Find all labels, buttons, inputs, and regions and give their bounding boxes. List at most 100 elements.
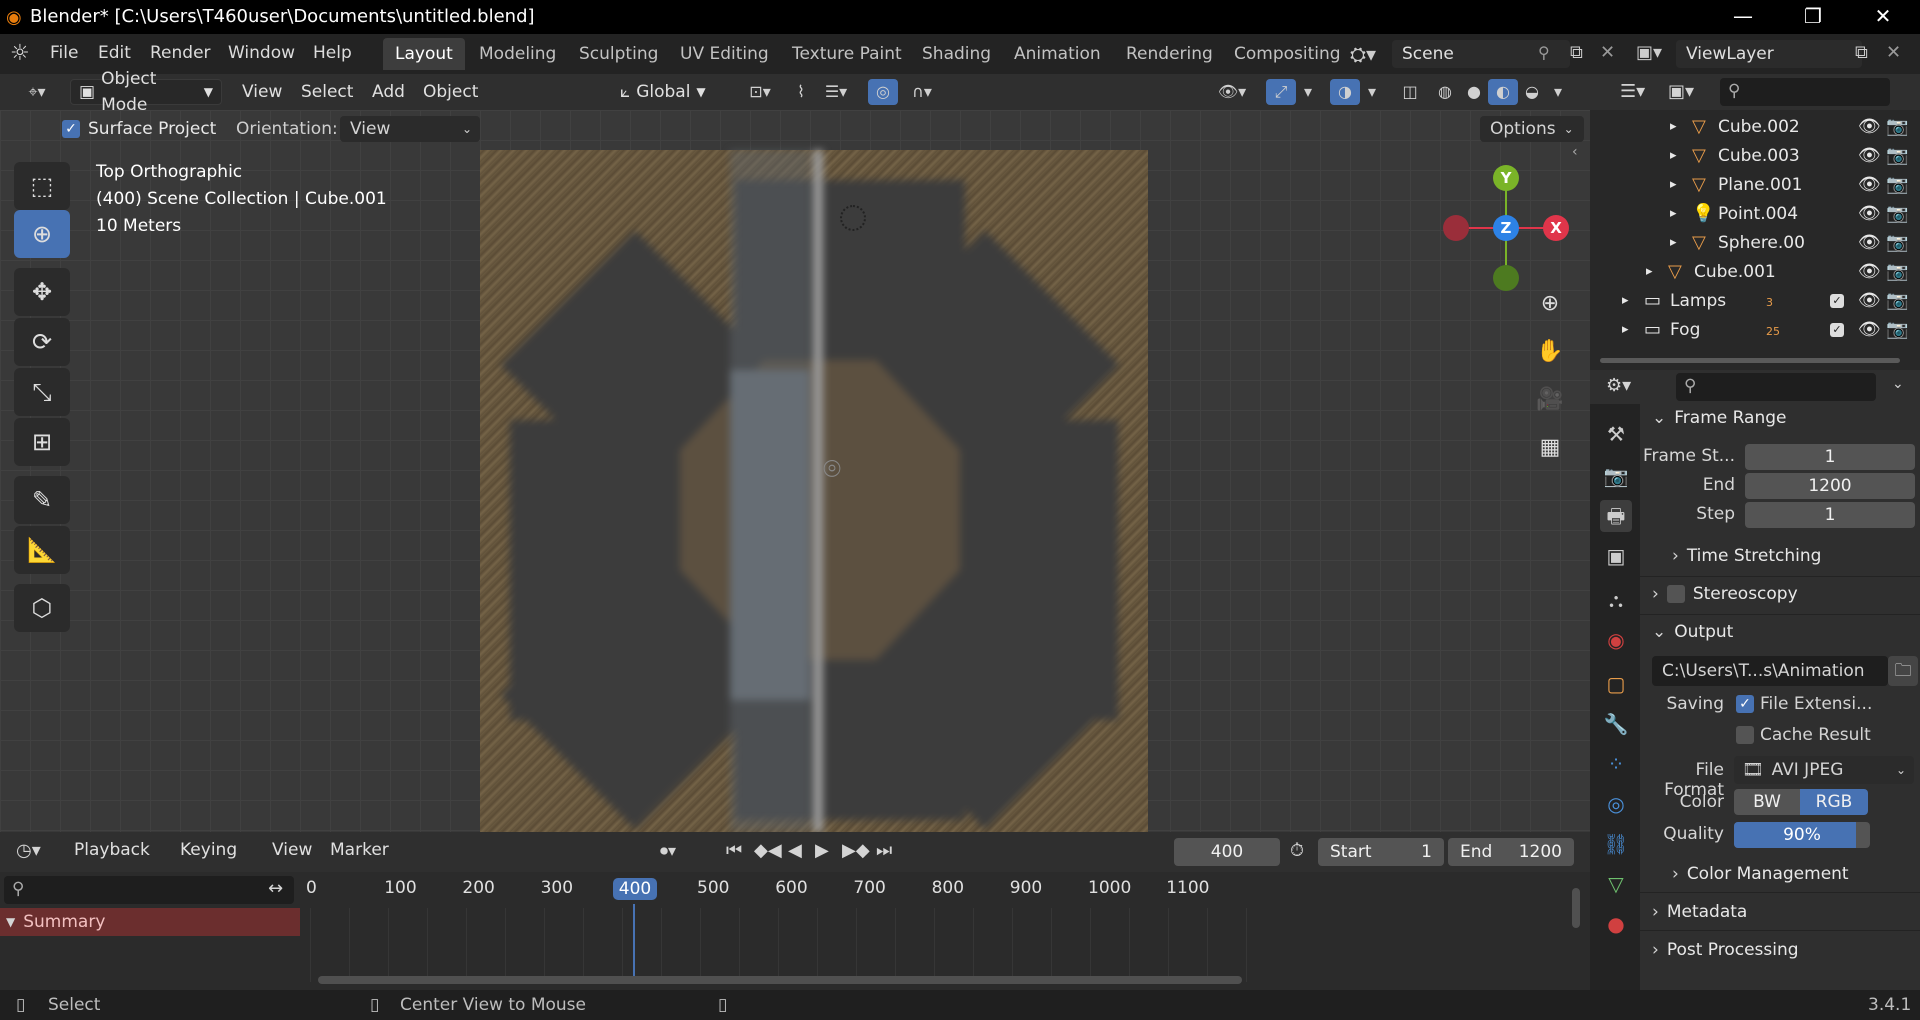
exclude-checkbox[interactable]: ✓ xyxy=(1830,322,1844,337)
tab-texture-paint[interactable]: Texture Paint xyxy=(780,38,914,70)
select-box-tool[interactable]: ⬚ xyxy=(14,162,70,210)
visibility-icon[interactable]: 👁▾ xyxy=(1210,79,1254,105)
camera-icon[interactable]: 📷 xyxy=(1886,174,1908,195)
data-tab-icon[interactable]: ▽ xyxy=(1600,868,1632,900)
world-tab-icon[interactable]: ◉ xyxy=(1600,624,1632,656)
menu-select[interactable]: Select xyxy=(293,79,361,105)
output-header[interactable]: ⌄ Output xyxy=(1652,622,1733,642)
outliner-row[interactable]: ▸ 💡 Point.004 👁 📷 xyxy=(1590,199,1920,228)
chevron-down-icon[interactable]: ▾ xyxy=(1546,79,1570,105)
restore-button[interactable]: ❐ xyxy=(1783,0,1843,34)
gizmo-x-axis[interactable]: X xyxy=(1543,215,1569,241)
gizmo-z-axis[interactable]: Z xyxy=(1493,215,1519,241)
file-format-dropdown[interactable]: 🎞 AVI JPEG ⌄ xyxy=(1734,756,1914,784)
add-cube-tool[interactable]: ⬡ xyxy=(14,584,70,632)
timeline-scrollbar[interactable] xyxy=(318,976,1242,984)
menu-render[interactable]: Render xyxy=(150,43,211,63)
stereoscopy-header[interactable]: › Stereoscopy xyxy=(1652,584,1798,604)
outliner-editor-icon[interactable]: ☰▾ xyxy=(1620,81,1645,102)
pan-hand-icon[interactable]: ✋ xyxy=(1530,332,1570,372)
display-mode-icon[interactable]: ▣▾ xyxy=(1668,81,1694,102)
eye-icon[interactable]: 👁 xyxy=(1858,232,1881,253)
view-layer-field[interactable]: ViewLayer xyxy=(1676,40,1862,68)
timeline-ruler[interactable]: 0 100 200 300 400 500 600 700 800 900 1000 1100 xyxy=(0,832,1590,912)
outliner-row[interactable]: ▸ ▭ Fog 25 ✓ 👁 📷 xyxy=(1590,315,1920,344)
tab-compositing[interactable]: Compositing xyxy=(1222,38,1353,70)
menu-add[interactable]: Add xyxy=(364,79,413,105)
eye-icon[interactable]: 👁 xyxy=(1858,145,1881,166)
editor-type-icon[interactable]: ⌖▾ xyxy=(14,79,60,105)
outliner-row[interactable]: ▸ ▽ Cube.002 👁 📷 xyxy=(1590,112,1920,141)
time-stretching-header[interactable]: › Time Stretching xyxy=(1672,546,1821,566)
frame-step-field[interactable]: 1 xyxy=(1745,502,1915,528)
folder-icon[interactable]: 🗀 xyxy=(1888,656,1918,686)
camera-icon[interactable]: 📷 xyxy=(1886,116,1908,137)
properties-editor-icon[interactable]: ⚙▾ xyxy=(1606,375,1631,396)
cache-result-checkbox[interactable] xyxy=(1736,726,1754,744)
color-management-header[interactable]: › Color Management xyxy=(1672,864,1849,884)
material-shading-icon[interactable]: ◐ xyxy=(1488,79,1518,105)
snap-toggle-icon[interactable]: ⌇ xyxy=(786,79,816,105)
expand-arrow-icon[interactable]: ▸ xyxy=(1622,293,1629,308)
pivot-point-icon[interactable]: ⊡▾ xyxy=(738,79,782,105)
scale-tool[interactable]: ⤡ xyxy=(14,368,70,416)
physics-tab-icon[interactable]: ◎ xyxy=(1600,788,1632,820)
tab-rendering[interactable]: Rendering xyxy=(1114,38,1225,70)
options-dropdown[interactable]: Options ⌄ xyxy=(1480,116,1584,142)
eye-icon[interactable]: 👁 xyxy=(1858,116,1881,137)
camera-icon[interactable]: 📷 xyxy=(1886,145,1908,166)
gizmo-y-axis[interactable]: Y xyxy=(1493,165,1519,191)
tab-modeling[interactable]: Modeling xyxy=(467,38,568,70)
timeline-vscrollbar[interactable] xyxy=(1572,888,1580,928)
new-view-layer-icon[interactable]: ⧉ xyxy=(1855,42,1868,63)
gizmo-toggle-icon[interactable]: ⤢ xyxy=(1266,79,1296,105)
gizmo-neg-y-axis[interactable] xyxy=(1493,265,1519,291)
outliner-row[interactable]: ▸ ▭ Lamps 3 ✓ 👁 📷 xyxy=(1590,286,1920,315)
eye-icon[interactable]: 👁 xyxy=(1858,319,1881,340)
expand-arrow-icon[interactable]: ▸ xyxy=(1670,148,1677,163)
mode-dropdown[interactable]: ▣ Object Mode ▼ xyxy=(70,69,222,115)
menu-file[interactable]: File xyxy=(50,43,78,63)
surface-project-checkbox[interactable]: ✓ xyxy=(62,120,80,138)
rendered-shading-icon[interactable]: ◒ xyxy=(1517,79,1547,105)
tool-tab-icon[interactable]: ⚒ xyxy=(1600,418,1632,450)
tab-uv-editing[interactable]: UV Editing xyxy=(668,38,781,70)
object-tab-icon[interactable]: ▢ xyxy=(1600,668,1632,700)
frame-start-field[interactable]: 1 xyxy=(1745,444,1915,470)
menu-view[interactable]: View xyxy=(234,79,290,105)
timeline-track-area[interactable] xyxy=(310,908,1250,982)
view-layer-icon[interactable]: ▣▾ xyxy=(1636,42,1662,63)
chevron-down-icon[interactable]: ▾ xyxy=(1296,79,1320,105)
camera-icon[interactable]: 📷 xyxy=(1886,319,1908,340)
camera-icon[interactable]: 📷 xyxy=(1886,261,1908,282)
expand-arrow-icon[interactable]: ▸ xyxy=(1622,322,1629,337)
delete-view-layer-icon[interactable]: ✕ xyxy=(1886,42,1901,63)
camera-icon[interactable]: 📷 xyxy=(1886,232,1908,253)
light-object-icon[interactable]: ⌾ xyxy=(823,452,841,487)
constraints-tab-icon[interactable]: ⛓ xyxy=(1600,828,1632,860)
frame-range-header[interactable]: ⌄ Frame Range xyxy=(1652,408,1787,428)
delete-scene-icon[interactable]: ✕ xyxy=(1600,42,1615,63)
eye-icon[interactable]: 👁 xyxy=(1858,290,1881,311)
properties-search-input[interactable]: ⚲ xyxy=(1676,373,1876,401)
eye-icon[interactable]: 👁 xyxy=(1858,261,1881,282)
outliner-row[interactable]: ▸ ▽ Cube.003 👁 📷 xyxy=(1590,141,1920,170)
falloff-icon[interactable]: ∩▾ xyxy=(900,79,944,105)
tab-layout[interactable]: Layout xyxy=(383,38,465,70)
camera-icon[interactable]: 📷 xyxy=(1886,290,1908,311)
chevron-down-icon[interactable]: ▾ xyxy=(1360,79,1384,105)
outliner-search-input[interactable]: ⚲ xyxy=(1720,78,1890,106)
menu-object[interactable]: Object xyxy=(415,79,486,105)
file-extensions-toggle[interactable]: ✓ File Extensi... xyxy=(1736,694,1872,714)
scene-selector-icon[interactable]: ⛭▾ xyxy=(1350,42,1376,66)
particles-tab-icon[interactable]: ⁘ xyxy=(1600,748,1632,780)
scene-tab-icon[interactable]: ⛬ xyxy=(1600,584,1632,616)
camera-icon[interactable]: 📷 xyxy=(1886,203,1908,224)
color-rgb-button[interactable]: RGB xyxy=(1800,789,1868,815)
new-scene-icon[interactable]: ⧉ xyxy=(1570,42,1583,63)
measure-tool[interactable]: 📐 xyxy=(14,526,70,574)
minimize-button[interactable]: — xyxy=(1713,0,1773,34)
3d-viewport[interactable]: Top Orthographic (400) Scene Collection … xyxy=(0,110,1590,832)
stereoscopy-checkbox[interactable] xyxy=(1666,585,1685,603)
outliner-row[interactable]: ▸ ▽ Cube.001 👁 📷 xyxy=(1590,257,1920,286)
